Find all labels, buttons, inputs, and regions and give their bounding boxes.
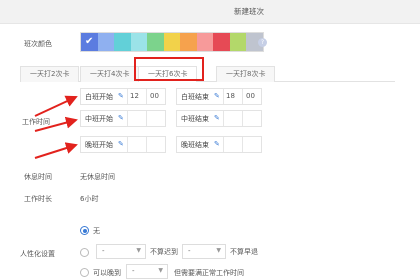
select-value: - [188,247,191,255]
annotation-arrows [34,95,78,159]
work-duration-label: 工作时长 [24,195,52,203]
not-early-text: 不算早退 [230,248,258,256]
not-late-text: 不算迟到 [150,248,178,256]
rest-time-value: 无休息时间 [80,173,115,181]
radio-late-arrive[interactable] [80,268,89,277]
chevron-down-icon: ▼ [136,247,141,254]
chevron-down-icon: ▼ [158,267,163,274]
rest-time-label: 休息时间 [24,173,52,181]
late-arrive-select[interactable]: - ▼ [126,264,168,279]
chevron-down-icon: ▼ [216,247,221,254]
radio-late-early[interactable] [80,248,89,257]
annotation-arrow [34,142,78,159]
select-value: - [132,267,135,275]
humanize-label: 人性化设置 [20,250,55,258]
late-minutes-select[interactable]: - ▼ [96,244,146,259]
annotation-arrow [34,95,78,117]
select-value: - [102,247,105,255]
radio-none-label: 无 [93,227,100,235]
early-minutes-select[interactable]: - ▼ [182,244,226,259]
radio-none[interactable] [80,226,89,235]
work-duration-value: 6小时 [80,195,99,203]
annotation-arrow [34,116,78,132]
must-meet-text: 但需要满正常工作时间 [174,269,244,277]
late-arrive-text: 可以晚到 [93,269,121,277]
